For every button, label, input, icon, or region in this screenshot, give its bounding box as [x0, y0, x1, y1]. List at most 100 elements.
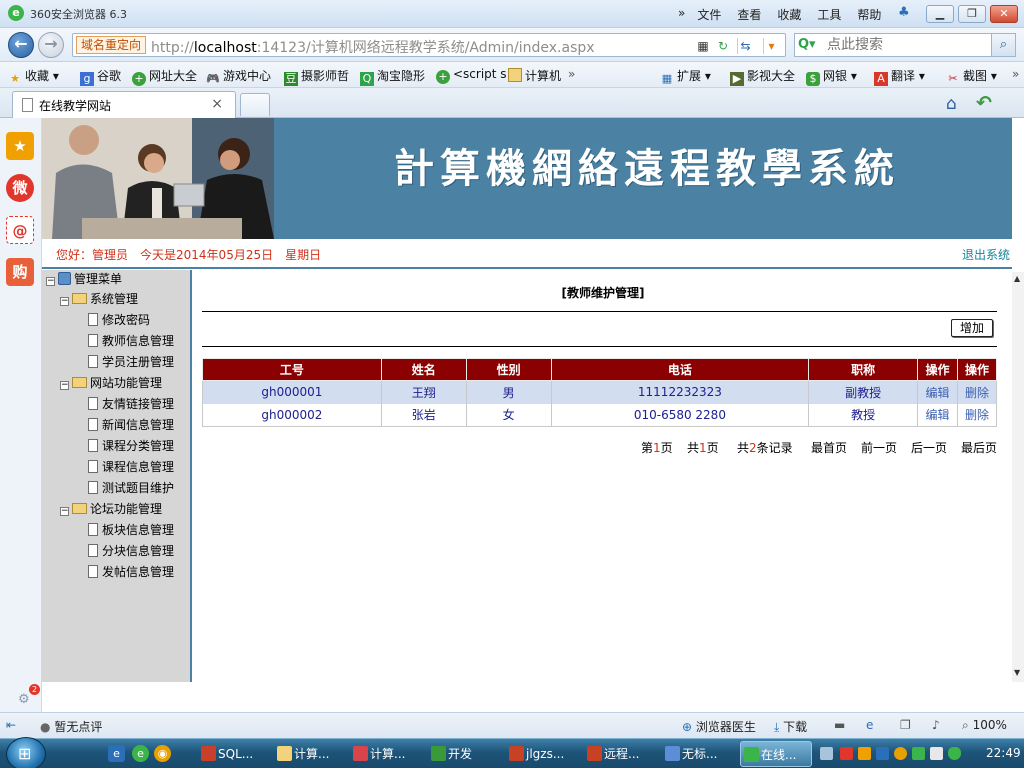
- forward-button[interactable]: →: [38, 32, 64, 58]
- volume-icon[interactable]: ♪: [932, 718, 940, 732]
- pager-first-link[interactable]: 最首页: [811, 439, 847, 456]
- delete-link[interactable]: 删除: [957, 380, 997, 404]
- tree-item-student-registration[interactable]: 学员注册管理: [88, 353, 174, 371]
- toolbar-overflow-icon[interactable]: »: [1012, 67, 1019, 81]
- task-jlgzs[interactable]: jlgzs...: [506, 741, 578, 767]
- task-folder-computer[interactable]: 计算...: [274, 741, 344, 767]
- home-icon[interactable]: ⌂: [946, 94, 957, 114]
- ie-quicklaunch-icon[interactable]: e: [108, 745, 125, 762]
- task-develop[interactable]: 开发: [428, 741, 498, 767]
- menu-overflow-icon[interactable]: »: [678, 6, 685, 23]
- new-tab-button[interactable]: [240, 93, 270, 116]
- close-tab-icon[interactable]: ×: [211, 96, 223, 112]
- sidebar-toggle-icon[interactable]: ⇤: [6, 718, 16, 732]
- weibo-icon[interactable]: 微: [6, 174, 34, 202]
- zoom-control[interactable]: ⌕ 100%: [962, 718, 1007, 733]
- tree-group-site-functions[interactable]: − 网站功能管理: [60, 374, 162, 392]
- close-button[interactable]: ✕: [990, 5, 1018, 23]
- edit-link[interactable]: 编辑: [917, 403, 959, 427]
- start-button[interactable]: [6, 737, 46, 768]
- compat-mode-icon[interactable]: ⇆: [737, 38, 753, 54]
- task-computer[interactable]: 计算...: [350, 741, 420, 767]
- tree-item-course-categories[interactable]: 课程分类管理: [88, 437, 174, 455]
- add-button[interactable]: 增加: [951, 319, 993, 337]
- fav-google[interactable]: g 谷歌: [80, 67, 121, 86]
- refresh-icon[interactable]: ↻: [715, 38, 731, 54]
- task-online-browser[interactable]: 在线...: [740, 741, 812, 767]
- collapse-icon[interactable]: −: [60, 297, 69, 306]
- task-remote[interactable]: 远程...: [584, 741, 656, 767]
- tree-item-teacher-info[interactable]: 教师信息管理: [88, 332, 174, 350]
- task-sql[interactable]: SQL...: [198, 741, 268, 767]
- tree-item-block-info[interactable]: 分块信息管理: [88, 542, 174, 560]
- redirect-badge[interactable]: 域名重定向: [76, 36, 147, 54]
- collapse-icon[interactable]: −: [60, 381, 69, 390]
- menu-file[interactable]: 文件: [697, 6, 721, 23]
- video-menu[interactable]: ▶ 影视大全: [730, 67, 795, 86]
- table-row[interactable]: gh000001 王翔 男 11112232323 副教授 编辑 删除: [202, 380, 997, 404]
- tree-item-change-password[interactable]: 修改密码: [88, 311, 150, 329]
- tree-group-system[interactable]: − 系统管理: [60, 290, 138, 308]
- pager-next-link[interactable]: 后一页: [911, 439, 947, 456]
- restore-button[interactable]: ❐: [958, 5, 986, 23]
- task-untitled[interactable]: 无标...: [662, 741, 732, 767]
- fav-collect[interactable]: ★ 收藏 ▾: [8, 67, 59, 86]
- ie-mode-icon[interactable]: e: [866, 718, 873, 732]
- tree-item-news[interactable]: 新闻信息管理: [88, 416, 174, 434]
- menu-help[interactable]: 帮助: [857, 6, 881, 23]
- screenshot-menu[interactable]: ✂ 截图 ▾: [946, 67, 996, 86]
- dropdown-chevron-icon[interactable]: ▾: [763, 38, 779, 54]
- fav-photographer[interactable]: 豆摄影师哲: [284, 67, 349, 86]
- settings-gear-icon[interactable]: ⚙: [18, 692, 30, 707]
- tree-item-post-info[interactable]: 发帖信息管理: [88, 563, 174, 581]
- collapse-icon[interactable]: −: [46, 277, 55, 286]
- tray-app-icon[interactable]: [858, 747, 871, 760]
- fav-site-directory[interactable]: + 网址大全: [132, 67, 197, 86]
- address-bar[interactable]: 域名重定向 http://localhost:14123/计算机网络远程教学系统…: [72, 33, 786, 57]
- vertical-scrollbar[interactable]: ▲ ▼: [1012, 272, 1024, 682]
- mail-icon[interactable]: @: [6, 216, 34, 244]
- pager-prev-link[interactable]: 前一页: [861, 439, 897, 456]
- scroll-up-icon[interactable]: ▲: [1014, 274, 1020, 283]
- speed-icon[interactable]: ▬: [834, 718, 845, 732]
- network-icon[interactable]: [930, 747, 943, 760]
- window-icon[interactable]: ❐: [900, 718, 911, 732]
- tree-item-board-info[interactable]: 板块信息管理: [88, 521, 174, 539]
- extensions-menu[interactable]: ▦ 扩展 ▾: [660, 67, 711, 86]
- shopping-icon[interactable]: 购: [6, 258, 34, 286]
- menu-view[interactable]: 查看: [737, 6, 761, 23]
- logout-link[interactable]: 退出系统: [962, 246, 1010, 263]
- tree-group-forum[interactable]: − 论坛功能管理: [60, 500, 162, 518]
- fav-taobao[interactable]: Q 淘宝隐形: [360, 67, 425, 86]
- pager-last-link[interactable]: 最后页: [961, 439, 997, 456]
- tree-item-test-questions[interactable]: 测试题目维护: [88, 479, 174, 497]
- favorites-star-icon[interactable]: ★: [6, 132, 34, 160]
- url-text[interactable]: http://localhost:14123/计算机网络远程教学系统/Admin…: [151, 37, 595, 57]
- tray-app-icon[interactable]: [840, 747, 853, 760]
- scroll-down-icon[interactable]: ▼: [1014, 668, 1020, 677]
- table-row[interactable]: gh000002 张岩 女 010-6580 2280 教授 编辑 删除: [202, 403, 997, 427]
- tree-item-friend-links[interactable]: 友情链接管理: [88, 395, 174, 413]
- search-engine-icon[interactable]: Q▾: [798, 37, 824, 53]
- download-button[interactable]: ⤓ 下载: [774, 718, 807, 735]
- browser-doctor[interactable]: ⊕ 浏览器医生: [682, 718, 756, 735]
- tab-online-teaching[interactable]: 在线教学网站 ×: [12, 91, 236, 118]
- tree-item-course-info[interactable]: 课程信息管理: [88, 458, 174, 476]
- delete-link[interactable]: 删除: [957, 403, 997, 427]
- skin-icon[interactable]: ♣: [898, 5, 914, 21]
- ebank-menu[interactable]: $ 网银 ▾: [806, 67, 857, 86]
- search-input[interactable]: [827, 36, 987, 54]
- fav-script[interactable]: + <script s: [436, 67, 507, 84]
- minimize-button[interactable]: ▁: [926, 5, 954, 23]
- translate-menu[interactable]: A 翻译 ▾: [874, 67, 925, 86]
- tray-app-icon[interactable]: [876, 747, 889, 760]
- search-icon[interactable]: ⌕: [991, 34, 1015, 56]
- menu-tools[interactable]: 工具: [817, 6, 841, 23]
- edit-link[interactable]: 编辑: [917, 380, 959, 404]
- tray-app-icon[interactable]: [912, 747, 925, 760]
- undo-arrow-icon[interactable]: ↶: [976, 92, 992, 114]
- tree-root[interactable]: − 管理菜单: [46, 270, 122, 288]
- fav-overflow-icon[interactable]: »: [568, 67, 575, 81]
- fav-game-center[interactable]: 🎮 游戏中心: [206, 67, 271, 86]
- search-box[interactable]: Q▾ ⌕: [794, 33, 1016, 57]
